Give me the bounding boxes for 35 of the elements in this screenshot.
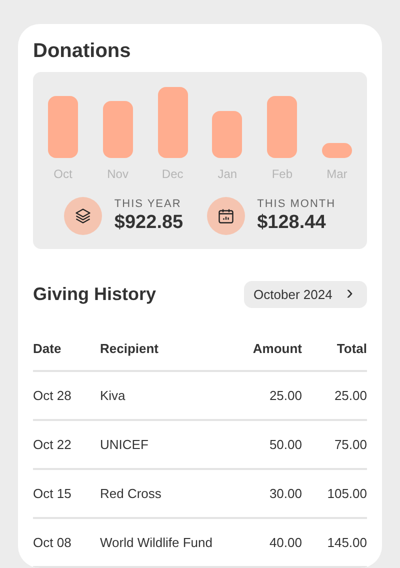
table-cell-text: 25.00 xyxy=(333,386,367,405)
stat-value: $128.44 xyxy=(257,211,327,235)
stat-label: THIS MONTH xyxy=(257,197,336,211)
column-header: Recipient xyxy=(99,340,160,358)
table-cell-text: 75.00 xyxy=(333,436,367,454)
calendar-icon xyxy=(217,207,236,225)
table-cell-text: World Wildlife Fund xyxy=(99,534,214,552)
section-title: Donations xyxy=(33,39,132,64)
table-cell-text: 50.00 xyxy=(268,436,303,454)
chart-bar xyxy=(322,143,352,158)
stat-label: THIS YEAR xyxy=(114,197,182,211)
table-cell-text: Oct 08 xyxy=(33,534,72,552)
chart-bar xyxy=(212,111,242,158)
section-title: Giving History xyxy=(33,283,156,306)
month-picker-button[interactable]: October 2024 › xyxy=(244,281,367,308)
chart-bar xyxy=(102,101,133,158)
table-cell-text: 40.00 xyxy=(268,534,303,552)
chart-bar xyxy=(158,87,188,158)
table-cell-text: 25.00 xyxy=(268,386,303,405)
layers-icon xyxy=(74,207,92,225)
column-header: Amount xyxy=(252,340,303,358)
table-cell-text: Oct 15 xyxy=(33,484,72,503)
table-cell-text: 105.00 xyxy=(326,484,367,503)
table-cell-text: UNICEF xyxy=(99,436,150,454)
column-header: Date xyxy=(33,340,62,358)
chart-bar xyxy=(267,96,298,158)
table-cell-text: Oct 28 xyxy=(33,386,72,405)
stat-value: $922.85 xyxy=(114,211,184,235)
table-cell-text: Oct 22 xyxy=(33,436,72,454)
table-cell-text: Kiva xyxy=(99,386,126,405)
table-cell-text: 30.00 xyxy=(268,484,303,503)
table-cell-text: Red Cross xyxy=(99,484,162,503)
table-cell-text: 145.00 xyxy=(326,534,367,552)
chart-bar xyxy=(48,96,78,158)
column-header: Total xyxy=(336,340,367,358)
